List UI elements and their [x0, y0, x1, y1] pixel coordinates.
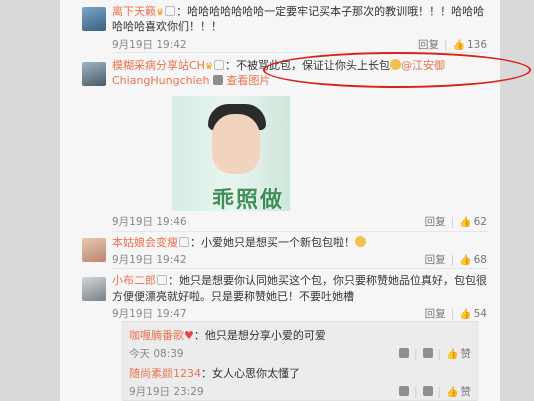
image-icon [212, 75, 223, 85]
mention-name[interactable]: ChiangHungchieh [112, 74, 209, 87]
reply-button[interactable]: 回复 [425, 254, 446, 266]
commenter-name[interactable]: 离下天籁 [112, 5, 156, 18]
highlight-annotation [263, 52, 531, 88]
thumbs-up-icon[interactable]: 👍 [446, 349, 458, 360]
comment-line: 本姑娘会变瘦 ：小爱她只是想买一个新包包啦！ [112, 235, 366, 250]
reply-time: 今天 08:39 [129, 348, 184, 360]
comment-time: 9月19日 19:42 [112, 39, 187, 51]
comment-photo[interactable]: 乖照做 [172, 96, 290, 211]
commenter-name[interactable]: 本姑娘会变瘦 [112, 236, 178, 249]
commenter-name[interactable]: 小布二郎 [112, 274, 156, 287]
vip-crown-icon: ♛ [204, 62, 214, 72]
divider [112, 231, 488, 232]
avatar[interactable] [82, 7, 106, 31]
like-label[interactable]: 赞 [461, 348, 472, 360]
reply-button[interactable]: 回复 [425, 216, 446, 228]
comment-text: ：她只是想要你认同她买这个包，你只要称赞她品位真好，包包很 [168, 274, 487, 287]
flag-icon[interactable] [398, 386, 409, 396]
sub-reply-box: 咖喱腩番歌♥：他只是想分享小爱的可爱 今天 08:39 | | 👍 赞 随尚素颜123… [122, 321, 478, 401]
heart-icon: ♥ [184, 329, 194, 342]
comment-icon[interactable] [422, 348, 433, 358]
thumbs-up-icon[interactable]: 👍 [459, 309, 471, 320]
like-count: 54 [473, 308, 487, 320]
avatar[interactable] [82, 238, 106, 262]
comment-line: 小布二郎 ：她只是想要你认同她买这个包，你只要称赞她品位真好，包包很 [112, 273, 487, 288]
vip-crown-icon: ♛ [156, 8, 165, 18]
badge-icon [165, 6, 176, 16]
comment-time: 9月19日 19:46 [112, 216, 187, 228]
like-count: 62 [473, 216, 487, 228]
flag-icon[interactable] [398, 348, 409, 358]
badge-icon [157, 275, 167, 285]
comment-text: ：哈哈哈哈哈哈哈一定要牢记买本子那次的教训哦！！！哈哈哈 [176, 5, 485, 18]
comment-icon[interactable] [422, 386, 433, 396]
comment-text: ：小爱她只是想买一个新包包啦！ [190, 236, 355, 249]
thumbs-up-icon[interactable]: 👍 [459, 217, 471, 228]
comment-text-continued: 方便便漂亮就好啦。只是要称赞她已！不要吐她槽 [112, 290, 354, 303]
comment-actions: 回复 | 👍 68 [424, 254, 487, 266]
avatar[interactable] [82, 62, 106, 86]
badge-icon [179, 237, 189, 247]
reply-actions: | | 👍 赞 [398, 346, 472, 361]
badge-icon [214, 60, 225, 70]
like-count: 68 [473, 254, 487, 266]
reply-name[interactable]: 随尚素颜1234 [129, 367, 201, 380]
reply-line: 随尚素颜1234：女人心思你太懂了 [129, 366, 300, 381]
reply-actions: | | 👍 赞 [398, 384, 472, 399]
reply-text: ：女人心思你太懂了 [201, 367, 300, 380]
divider [112, 268, 488, 269]
comment-panel: 离下天籁♛ ：哈哈哈哈哈哈哈一定要牢记买本子那次的教训哦！！！哈哈哈 哈哈哈喜欢你… [60, 0, 531, 401]
reply-text: ：他只是想分享小爱的可爱 [193, 329, 326, 342]
thumbs-up-icon[interactable]: 👍 [446, 387, 458, 398]
like-count: 136 [466, 39, 487, 51]
reply-button[interactable]: 回复 [425, 308, 446, 320]
reply-name[interactable]: 咖喱腩番歌 [129, 329, 184, 342]
photo-face [212, 114, 260, 174]
comment-line: ChiangHungchieh 查看图片 [112, 73, 270, 88]
comment-actions: 回复 | 👍 136 [417, 39, 487, 51]
reply-line: 咖喱腩番歌♥：他只是想分享小爱的可爱 [129, 328, 326, 343]
avatar[interactable] [82, 277, 106, 301]
thumbs-up-icon[interactable]: 👍 [453, 40, 465, 51]
emoji-icon [355, 236, 366, 247]
comment-time: 9月19日 19:47 [112, 308, 187, 320]
reply-button[interactable]: 回复 [418, 39, 439, 51]
comment-actions: 回复 | 👍 54 [424, 308, 487, 320]
comment-time: 9月19日 19:42 [112, 254, 187, 266]
photo-caption: 乖照做 [211, 187, 284, 211]
like-label[interactable]: 赞 [461, 386, 472, 398]
reply-time: 9月19日 23:29 [129, 386, 204, 398]
thumbs-up-icon[interactable]: 👍 [459, 255, 471, 266]
comment-actions: 回复 | 👍 62 [424, 216, 487, 228]
comment-text-continued: 哈哈哈喜欢你们！！！ [112, 20, 222, 33]
commenter-name[interactable]: 模糊采病分享站CH [112, 59, 205, 72]
view-image-link[interactable]: 查看图片 [226, 74, 270, 87]
